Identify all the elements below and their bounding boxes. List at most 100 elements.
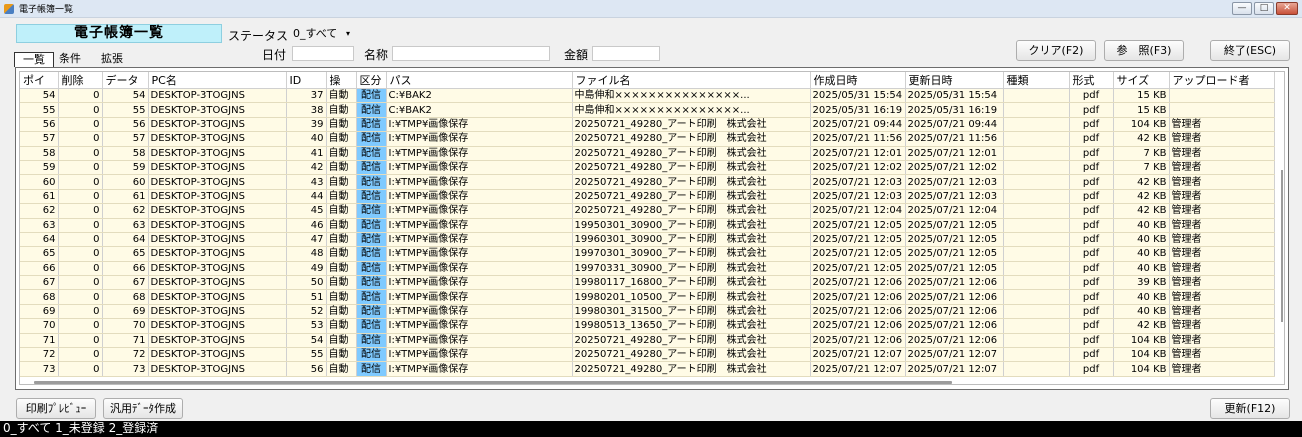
- cell-id[interactable]: 45: [286, 203, 327, 219]
- cell-updated[interactable]: 2025/07/21 12:04: [905, 203, 1004, 219]
- table-row[interactable]: 72 0 72 DESKTOP-3TOGJNS 55 自動 配信 I:¥TMP¥画像保存 202…: [20, 347, 1275, 363]
- cell-kubun[interactable]: 配信: [356, 361, 387, 377]
- column-header-file-name[interactable]: ファイル名: [572, 72, 811, 89]
- cell-updated[interactable]: 2025/07/21 12:01: [905, 146, 1004, 161]
- cell-uploader[interactable]: 管理者: [1169, 160, 1275, 176]
- cell-created[interactable]: 2025/07/21 12:04: [810, 203, 906, 219]
- table-row[interactable]: 57 0 57 DESKTOP-3TOGJNS 40 自動 配信 I:¥TMP¥画像保存 202…: [20, 131, 1275, 147]
- cell-poi[interactable]: 54: [20, 88, 59, 104]
- cell-poi[interactable]: 71: [20, 333, 59, 349]
- cell-path[interactable]: I:¥TMP¥画像保存: [386, 361, 573, 377]
- cell-created[interactable]: 2025/07/21 12:06: [810, 333, 906, 349]
- cell-delete[interactable]: 0: [58, 246, 103, 262]
- cell-updated[interactable]: 2025/07/21 12:06: [905, 289, 1004, 305]
- cell-path[interactable]: I:¥TMP¥画像保存: [386, 117, 573, 133]
- cell-kind[interactable]: [1003, 261, 1070, 277]
- cell-path[interactable]: I:¥TMP¥画像保存: [386, 232, 573, 248]
- cell-uploader[interactable]: 管理者: [1169, 232, 1275, 248]
- cell-file-name[interactable]: 20250721_49280_アート印刷 株式会社: [572, 174, 811, 190]
- cell-data[interactable]: 69: [102, 304, 149, 320]
- cell-delete[interactable]: 0: [58, 189, 103, 205]
- cell-created[interactable]: 2025/07/21 12:05: [810, 246, 906, 262]
- cell-pc-name[interactable]: DESKTOP-3TOGJNS: [148, 146, 287, 161]
- cell-uploader[interactable]: 管理者: [1169, 318, 1275, 334]
- cell-delete[interactable]: 0: [58, 102, 103, 118]
- cell-kubun[interactable]: 配信: [356, 218, 387, 233]
- cell-created[interactable]: 2025/07/21 12:05: [810, 218, 906, 233]
- close-button[interactable]: ✕: [1276, 2, 1298, 15]
- cell-pc-name[interactable]: DESKTOP-3TOGJNS: [148, 174, 287, 190]
- cell-file-name[interactable]: 20250721_49280_アート印刷 株式会社: [572, 160, 811, 176]
- cell-kind[interactable]: [1003, 174, 1070, 190]
- cell-size[interactable]: 7 KB: [1113, 160, 1170, 176]
- cell-updated[interactable]: 2025/05/31 15:54: [905, 88, 1004, 104]
- table-row[interactable]: 58 0 58 DESKTOP-3TOGJNS 41 自動 配信 I:¥TMP¥画像保存 202…: [20, 146, 1275, 161]
- cell-created[interactable]: 2025/07/21 12:05: [810, 261, 906, 277]
- cell-id[interactable]: 40: [286, 131, 327, 147]
- cell-poi[interactable]: 69: [20, 304, 59, 320]
- cell-uploader[interactable]: 管理者: [1169, 131, 1275, 147]
- cell-uploader[interactable]: 管理者: [1169, 304, 1275, 320]
- cell-data[interactable]: 59: [102, 160, 149, 176]
- cell-updated[interactable]: 2025/07/21 12:07: [905, 361, 1004, 377]
- cell-kind[interactable]: [1003, 218, 1070, 233]
- cell-operation[interactable]: 自動: [326, 304, 357, 320]
- cell-delete[interactable]: 0: [58, 333, 103, 349]
- cell-delete[interactable]: 0: [58, 318, 103, 334]
- cell-size[interactable]: 39 KB: [1113, 275, 1170, 291]
- cell-id[interactable]: 50: [286, 275, 327, 291]
- cell-kubun[interactable]: 配信: [356, 102, 387, 118]
- cell-operation[interactable]: 自動: [326, 218, 357, 233]
- column-header-kubun[interactable]: 区分: [356, 72, 387, 89]
- cell-delete[interactable]: 0: [58, 232, 103, 248]
- cell-created[interactable]: 2025/07/21 12:07: [810, 347, 906, 363]
- cell-uploader[interactable]: 管理者: [1169, 146, 1275, 161]
- cell-format[interactable]: pdf: [1069, 333, 1114, 349]
- cell-size[interactable]: 104 KB: [1113, 333, 1170, 349]
- cell-file-name[interactable]: 19980301_31500_アート印刷 株式会社: [572, 304, 811, 320]
- cell-id[interactable]: 43: [286, 174, 327, 190]
- cell-created[interactable]: 2025/07/21 12:06: [810, 318, 906, 334]
- cell-poi[interactable]: 61: [20, 189, 59, 205]
- cell-updated[interactable]: 2025/07/21 11:56: [905, 131, 1004, 147]
- cell-operation[interactable]: 自動: [326, 88, 357, 104]
- cell-file-name[interactable]: 中島伸和×××××××××××××××...: [572, 88, 811, 104]
- cell-data[interactable]: 58: [102, 146, 149, 161]
- cell-kubun[interactable]: 配信: [356, 203, 387, 219]
- cell-file-name[interactable]: 20250721_49280_アート印刷 株式会社: [572, 347, 811, 363]
- cell-format[interactable]: pdf: [1069, 304, 1114, 320]
- cell-updated[interactable]: 2025/07/21 12:05: [905, 261, 1004, 277]
- cell-kind[interactable]: [1003, 275, 1070, 291]
- cell-updated[interactable]: 2025/07/21 12:06: [905, 333, 1004, 349]
- cell-id[interactable]: 52: [286, 304, 327, 320]
- column-header-created[interactable]: 作成日時: [810, 72, 906, 89]
- cell-path[interactable]: I:¥TMP¥画像保存: [386, 261, 573, 277]
- cell-id[interactable]: 56: [286, 361, 327, 377]
- cell-data[interactable]: 63: [102, 218, 149, 233]
- cell-file-name[interactable]: 20250721_49280_アート印刷 株式会社: [572, 117, 811, 133]
- table-row[interactable]: 70 0 70 DESKTOP-3TOGJNS 53 自動 配信 I:¥TMP¥画像保存 199…: [20, 318, 1275, 334]
- cell-format[interactable]: pdf: [1069, 117, 1114, 133]
- cell-poi[interactable]: 70: [20, 318, 59, 334]
- cell-operation[interactable]: 自動: [326, 160, 357, 176]
- cell-path[interactable]: I:¥TMP¥画像保存: [386, 347, 573, 363]
- cell-created[interactable]: 2025/05/31 15:54: [810, 88, 906, 104]
- cell-updated[interactable]: 2025/07/21 12:03: [905, 174, 1004, 190]
- cell-kind[interactable]: [1003, 289, 1070, 305]
- cell-kubun[interactable]: 配信: [356, 347, 387, 363]
- clear-button[interactable]: クリア(F2): [1016, 40, 1096, 61]
- cell-size[interactable]: 40 KB: [1113, 289, 1170, 305]
- cell-file-name[interactable]: 20250721_49280_アート印刷 株式会社: [572, 333, 811, 349]
- cell-format[interactable]: pdf: [1069, 261, 1114, 277]
- column-header-format[interactable]: 形式: [1069, 72, 1114, 89]
- cell-pc-name[interactable]: DESKTOP-3TOGJNS: [148, 232, 287, 248]
- cell-file-name[interactable]: 20250721_49280_アート印刷 株式会社: [572, 361, 811, 377]
- column-header-kind[interactable]: 種類: [1003, 72, 1070, 89]
- cell-size[interactable]: 42 KB: [1113, 189, 1170, 205]
- cell-poi[interactable]: 67: [20, 275, 59, 291]
- cell-format[interactable]: pdf: [1069, 189, 1114, 205]
- cell-pc-name[interactable]: DESKTOP-3TOGJNS: [148, 318, 287, 334]
- table-row[interactable]: 68 0 68 DESKTOP-3TOGJNS 51 自動 配信 I:¥TMP¥画像保存 199…: [20, 289, 1275, 305]
- cell-format[interactable]: pdf: [1069, 102, 1114, 118]
- cell-operation[interactable]: 自動: [326, 361, 357, 377]
